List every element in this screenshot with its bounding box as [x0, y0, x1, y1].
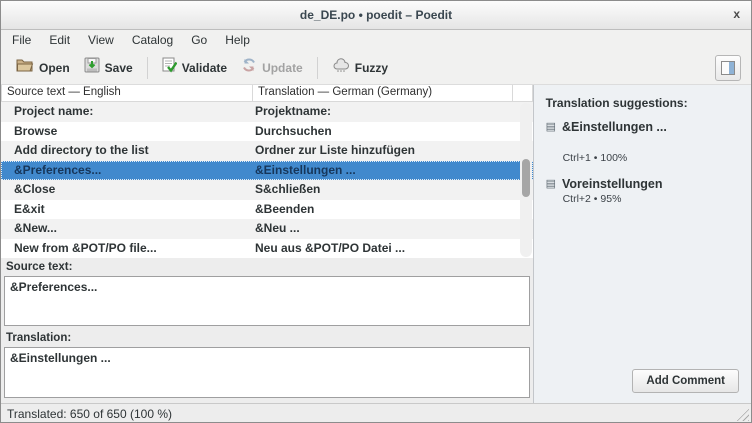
translation-table: Source text — English Translation — Germ…	[1, 85, 533, 258]
suggestion-item[interactable]: ▤ &Einstellungen ... Ctrl+1 • 100%	[546, 120, 739, 164]
status-bar: Translated: 650 of 650 (100 %)	[1, 403, 751, 423]
source-text-label: Source text:	[1, 258, 533, 276]
column-header-stub	[513, 85, 533, 102]
title-bar: de_DE.po • poedit – Poedit x	[1, 1, 751, 30]
update-refresh-icon	[241, 57, 257, 78]
toolbar-separator	[147, 57, 148, 79]
status-text: Translated: 650 of 650 (100 %)	[7, 407, 172, 421]
suggestion-text: Voreinstellungen	[562, 177, 662, 191]
translation-cell: S&chließen	[253, 180, 533, 200]
suggestion-text: &Einstellungen ...	[562, 120, 667, 134]
source-cell: New from &POT/PO file...	[1, 239, 253, 259]
open-folder-icon	[16, 57, 34, 78]
source-cell: Browse	[1, 122, 253, 142]
menu-bar: File Edit View Catalog Go Help	[1, 30, 751, 51]
add-comment-button[interactable]: Add Comment	[632, 369, 739, 393]
validate-button[interactable]: Validate	[155, 54, 234, 81]
window-title: de_DE.po • poedit – Poedit	[300, 8, 452, 22]
source-cell: &Close	[1, 180, 253, 200]
source-cell: &New...	[1, 219, 253, 239]
update-button[interactable]: Update	[234, 54, 310, 81]
resize-grip-icon[interactable]	[735, 407, 749, 421]
translation-cell: Neu aus &POT/PO Datei ...	[253, 239, 533, 259]
column-header-translation[interactable]: Translation — German (Germany)	[253, 85, 513, 102]
menu-item-view[interactable]: View	[79, 30, 123, 51]
translation-cell: Ordner zur Liste hinzufügen	[253, 141, 533, 161]
translation-cell: &Beenden	[253, 200, 533, 220]
editor-pane: Source text — English Translation — Germ…	[1, 85, 533, 403]
translation-label: Translation:	[1, 326, 533, 347]
table-row[interactable]: Project name:Projektname:	[1, 102, 533, 122]
menu-item-catalog[interactable]: Catalog	[123, 30, 182, 51]
close-icon[interactable]: x	[733, 6, 740, 22]
table-row[interactable]: New from &POT/PO file...Neu aus &POT/PO …	[1, 239, 533, 259]
translation-cell: &Neu ...	[253, 219, 533, 239]
fuzzy-button-label: Fuzzy	[355, 61, 388, 75]
sidebar-toggle-button[interactable]	[715, 55, 741, 81]
table-row[interactable]: Add directory to the listOrdner zur List…	[1, 141, 533, 161]
sidebar-panel: Translation suggestions: ▤ &Einstellungen…	[533, 85, 751, 403]
save-button-label: Save	[105, 61, 133, 75]
menu-item-file[interactable]: File	[3, 30, 40, 51]
column-header-source[interactable]: Source text — English	[1, 85, 253, 102]
update-button-label: Update	[262, 61, 303, 75]
table-row[interactable]: E&xit&Beenden	[1, 200, 533, 220]
toolbar-separator	[317, 57, 318, 79]
table-scrollbar[interactable]	[520, 103, 532, 257]
translation-memory-icon: ▤	[546, 121, 556, 133]
poedit-window: de_DE.po • poedit – Poedit x File Edit V…	[0, 0, 752, 423]
menu-item-go[interactable]: Go	[182, 30, 216, 51]
table-row[interactable]: &New...&Neu ...	[1, 219, 533, 239]
table-header: Source text — English Translation — Germ…	[1, 85, 533, 102]
suggestion-shortcut: Ctrl+1 • 100%	[546, 152, 739, 164]
open-button[interactable]: Open	[9, 54, 77, 81]
table-row[interactable]: BrowseDurchsuchen	[1, 122, 533, 142]
source-cell: &Preferences...	[1, 161, 253, 181]
translation-cell: &Einstellungen ...	[253, 161, 533, 181]
translation-memory-icon: ▤	[546, 178, 556, 190]
translation-cell: Projektname:	[253, 102, 533, 122]
save-button[interactable]: Save	[77, 54, 140, 81]
main-area: Source text — English Translation — Germ…	[1, 85, 751, 403]
fuzzy-button[interactable]: Fuzzy	[325, 55, 395, 81]
source-cell: E&xit	[1, 200, 253, 220]
source-text-box: &Preferences...	[4, 276, 530, 326]
suggestions-title: Translation suggestions:	[534, 85, 751, 120]
menu-item-help[interactable]: Help	[216, 30, 259, 51]
source-cell: Project name:	[1, 102, 253, 122]
source-cell: Add directory to the list	[1, 141, 253, 161]
suggestion-item[interactable]: ▤ Voreinstellungen Ctrl+2 • 95%	[546, 177, 739, 205]
sidebar-toggle-icon	[721, 61, 735, 75]
scrollbar-thumb[interactable]	[522, 159, 530, 197]
translation-cell: Durchsuchen	[253, 122, 533, 142]
suggestion-shortcut: Ctrl+2 • 95%	[546, 193, 739, 205]
translation-table-body: Project name:Projektname:BrowseDurchsuch…	[1, 102, 533, 258]
validate-button-label: Validate	[182, 61, 227, 75]
save-icon	[84, 57, 100, 78]
table-row[interactable]: &Preferences...&Einstellungen ...	[1, 161, 533, 181]
toolbar: Open Save Validate Update Fuzzy	[1, 51, 751, 85]
translation-input[interactable]: &Einstellungen ...	[4, 347, 530, 398]
table-row[interactable]: &CloseS&chließen	[1, 180, 533, 200]
open-button-label: Open	[39, 61, 70, 75]
validate-check-icon	[162, 57, 177, 78]
menu-item-edit[interactable]: Edit	[40, 30, 79, 51]
fuzzy-cloud-icon	[332, 58, 350, 78]
suggestions-list: ▤ &Einstellungen ... Ctrl+1 • 100% ▤ Voreins…	[534, 120, 751, 205]
